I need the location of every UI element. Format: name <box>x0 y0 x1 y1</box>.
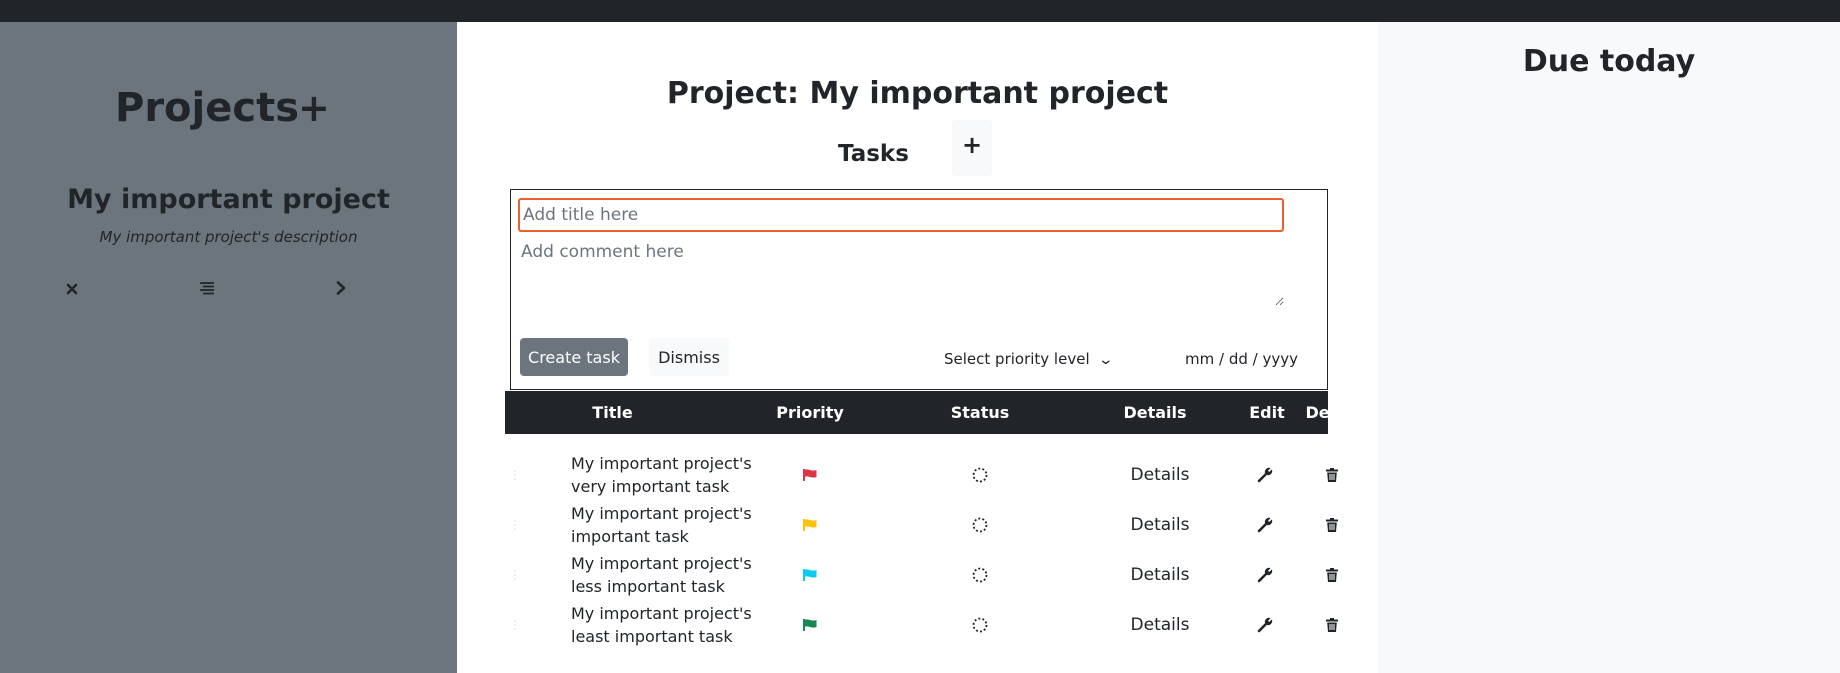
wrench-icon[interactable] <box>1250 500 1280 550</box>
header-status: Status <box>950 403 1010 422</box>
wrench-icon[interactable] <box>1250 450 1280 500</box>
task-title: My important project's less important ta… <box>571 554 752 596</box>
project-name[interactable]: My important project <box>0 184 457 215</box>
top-navbar <box>0 0 1840 22</box>
header-details: Details <box>1123 403 1187 422</box>
status-pending-icon[interactable] <box>965 600 995 650</box>
priority-select-label: Select priority level <box>944 350 1090 368</box>
drag-handle-icon[interactable]: ⋮ <box>507 450 523 500</box>
priority-flag-icon <box>795 500 825 550</box>
drag-handle-icon[interactable]: ⋮ <box>507 600 523 650</box>
header-edit: Edit <box>1249 403 1285 422</box>
delete-project-icon[interactable] <box>57 275 87 305</box>
wrench-icon[interactable] <box>1250 550 1280 600</box>
details-link[interactable]: Details <box>1105 550 1215 600</box>
task-title: My important project's important task <box>571 504 752 546</box>
status-pending-icon[interactable] <box>965 450 995 500</box>
chevron-down-icon: ⌄ <box>1097 352 1114 368</box>
add-task-button[interactable]: + <box>952 120 992 176</box>
due-today-title: Due today <box>1522 44 1696 79</box>
tasks-heading: Tasks <box>838 141 909 167</box>
details-link[interactable]: Details <box>1105 600 1215 650</box>
drag-handle-icon[interactable]: ⋮ <box>507 500 523 550</box>
due-today-panel: Due today <box>1378 22 1840 673</box>
trash-icon[interactable] <box>1317 500 1347 550</box>
projects-sidebar: Projects + My important project My impor… <box>0 22 457 673</box>
status-pending-icon[interactable] <box>965 550 995 600</box>
trash-icon[interactable] <box>1317 600 1347 650</box>
table-row: ⋮ My important project's very important t… <box>505 450 1338 500</box>
header-priority: Priority <box>776 403 844 422</box>
priority-flag-icon <box>795 550 825 600</box>
priority-select[interactable]: Select priority level ⌄ <box>944 345 1114 373</box>
table-row: ⋮ My important project's less important t… <box>505 550 1338 600</box>
details-link[interactable]: Details <box>1105 500 1215 550</box>
task-title: My important project's least important t… <box>571 604 752 646</box>
priority-flag-icon <box>795 450 825 500</box>
priority-flag-icon <box>795 600 825 650</box>
tasks-table-header: Title Priority Status Details Edit Delet… <box>505 391 1364 434</box>
wrench-icon[interactable] <box>1250 600 1280 650</box>
project-description: My important project's description <box>99 228 358 246</box>
status-pending-icon[interactable] <box>965 500 995 550</box>
header-delete: Delete <box>1305 403 1365 422</box>
project-main-panel: Project: My important project Tasks + Cr… <box>457 22 1378 673</box>
create-task-button[interactable]: Create task <box>520 338 628 376</box>
dismiss-button[interactable]: Dismiss <box>649 338 729 376</box>
projects-title: Projects <box>115 85 300 131</box>
project-list-icon[interactable] <box>192 275 222 305</box>
add-project-button[interactable]: + <box>298 80 330 136</box>
table-row: ⋮ My important project's least important … <box>505 600 1338 650</box>
due-date-input[interactable]: mm / dd / yyyy <box>1185 345 1298 373</box>
header-title: Title <box>592 403 633 422</box>
open-project-chevron-icon[interactable] <box>326 275 356 305</box>
trash-icon[interactable] <box>1317 550 1347 600</box>
task-title: My important project's very important ta… <box>571 454 752 496</box>
new-task-form: Create task Dismiss Select priority leve… <box>510 189 1328 390</box>
task-title-input[interactable] <box>518 198 1284 232</box>
table-row: ⋮ My important project's important task De… <box>505 500 1338 550</box>
details-link[interactable]: Details <box>1105 450 1215 500</box>
task-comment-input[interactable] <box>518 242 1284 306</box>
page-title: Project: My important project <box>666 76 1169 111</box>
projects-header: Projects + <box>0 80 457 136</box>
drag-handle-icon[interactable]: ⋮ <box>507 550 523 600</box>
trash-icon[interactable] <box>1317 450 1347 500</box>
